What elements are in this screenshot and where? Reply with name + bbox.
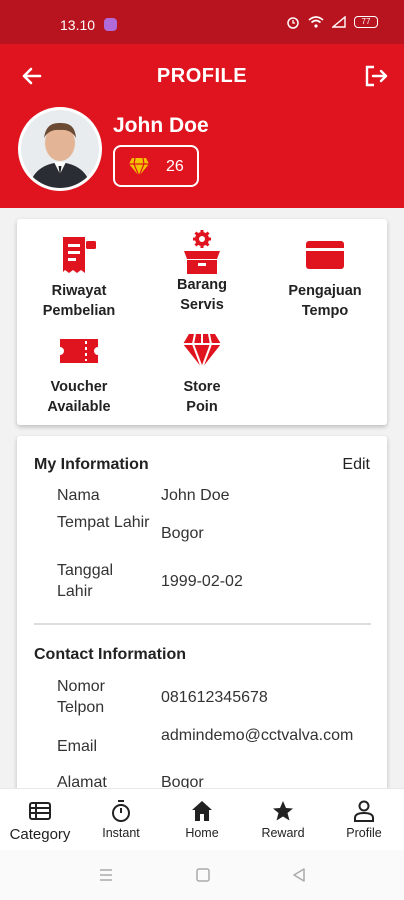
status-time: 13.10 <box>60 17 96 33</box>
profile-name: John Doe <box>113 114 209 137</box>
nav-profile[interactable]: Profile <box>324 799 404 840</box>
contact-label-email: Email <box>57 738 98 755</box>
info-value-nama: John Doe <box>161 487 230 504</box>
profile-header: PROFILE John Doe 26 <box>0 44 404 208</box>
nav-instant[interactable]: Instant <box>81 799 161 840</box>
avatar[interactable] <box>18 107 102 191</box>
menu-label-line2: Poin <box>186 399 218 415</box>
ticket-icon <box>60 339 98 363</box>
nav-label: Category <box>9 826 71 843</box>
status-icons: 77 <box>286 15 378 29</box>
status-bar: 13.10 77 <box>0 0 404 44</box>
menu-label-line1: Store <box>183 379 221 395</box>
points-badge[interactable]: 26 <box>113 145 199 187</box>
info-value-tanggal-lahir: 1999-02-02 <box>161 573 243 590</box>
menu-label-line2: Available <box>47 399 111 415</box>
menu-label-line2: Tempo <box>301 303 349 319</box>
info-value-tempat-lahir: Bogor <box>161 525 204 542</box>
receipt-icon <box>63 237 96 273</box>
contact-value-email: admindemo@cctvalva.com <box>161 727 354 744</box>
alarm-icon <box>287 17 299 29</box>
nav-label: Reward <box>261 826 305 840</box>
menu-item-pengajuan-tempo[interactable]: Pengajuan Tempo <box>263 235 387 321</box>
menu-item-store-poin[interactable]: Store Poin <box>140 331 264 417</box>
menu-label-line2: Servis <box>180 297 224 313</box>
info-label-tempat-lahir: Tempat Lahir <box>57 514 150 531</box>
profile-menu-card: Riwayat Pembelian Barang Servis Pengajuan T… <box>17 219 387 425</box>
contact-label-nomor-telpon: Nomor Telpon <box>57 678 106 716</box>
avatar-photo <box>21 110 99 188</box>
wifi-icon <box>308 16 324 28</box>
profile-icon <box>354 800 374 822</box>
category-icon <box>29 802 51 820</box>
system-navigation-bar <box>0 850 404 900</box>
diamond-icon <box>183 333 221 371</box>
service-box-icon <box>184 230 220 274</box>
battery-indicator: 77 <box>354 16 378 28</box>
menu-item-voucher-available[interactable]: Voucher Available <box>17 331 141 417</box>
nav-label: Home <box>185 826 219 840</box>
edit-button[interactable]: Edit <box>342 456 370 474</box>
signal-icon <box>332 16 346 28</box>
bottom-navigation: Category Instant Home Reward Profile <box>0 788 404 850</box>
menu-label-line1: Pengajuan <box>288 283 362 299</box>
menu-item-riwayat-pembelian[interactable]: Riwayat Pembelian <box>17 235 141 321</box>
nav-label: Profile <box>346 826 382 840</box>
menu-key-icon[interactable] <box>98 867 114 883</box>
stopwatch-icon <box>112 800 130 822</box>
menu-label-line2: Pembelian <box>42 303 116 319</box>
logout-icon[interactable] <box>362 62 390 90</box>
home-icon <box>192 801 212 821</box>
nav-reward[interactable]: Reward <box>243 799 323 840</box>
section-divider <box>34 623 371 625</box>
nav-home[interactable]: Home <box>162 799 242 840</box>
menu-label-line1: Barang <box>177 277 227 293</box>
back-key-icon[interactable] <box>291 867 307 883</box>
contact-value-nomor-telpon: 081612345678 <box>161 689 268 706</box>
info-label-nama: Nama <box>57 487 100 504</box>
information-card: My Information Edit Nama John Doe Tempat… <box>17 436 387 816</box>
my-information-title: My Information <box>34 456 149 473</box>
nav-label: Instant <box>102 826 140 840</box>
info-label-tanggal-lahir: Tanggal Lahir <box>57 562 114 600</box>
star-icon <box>273 801 293 821</box>
points-value: 26 <box>166 158 184 175</box>
page-title: PROFILE <box>156 65 248 87</box>
menu-label-line1: Riwayat <box>51 283 107 299</box>
notification-app-icon <box>104 18 117 31</box>
menu-item-barang-servis[interactable]: Barang Servis <box>140 229 264 315</box>
nav-category[interactable]: Category <box>0 799 80 843</box>
home-key-icon[interactable] <box>195 867 211 883</box>
menu-label-line1: Voucher <box>50 379 108 395</box>
contact-information-title: Contact Information <box>34 646 186 663</box>
diamond-icon <box>129 157 149 177</box>
card-icon <box>306 241 344 269</box>
